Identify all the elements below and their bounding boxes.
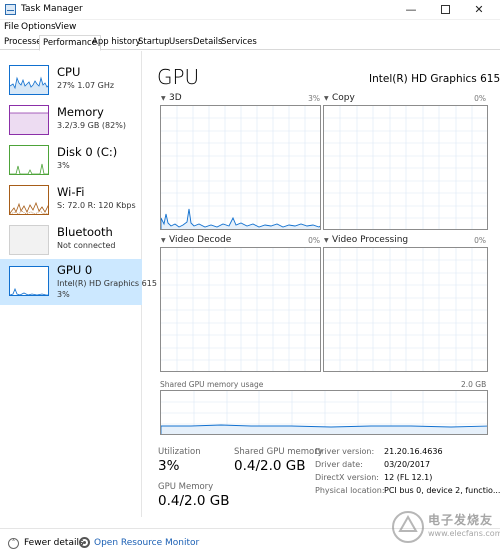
sidebar-item-detail: Not connected [57, 241, 116, 250]
open-resource-monitor-link[interactable]: Open Resource Monitor [94, 538, 199, 548]
graph-video-processing-plot [324, 248, 487, 371]
graph-video-processing-max-pct: 0% [474, 236, 486, 245]
graph-copy-selector[interactable]: Copy [332, 93, 355, 103]
chevron-down-icon[interactable]: ▼ [324, 237, 329, 244]
graph-video-decode-plot [161, 248, 320, 371]
sidebar-item-cpu[interactable]: CPU 27% 1.07 GHz [0, 59, 142, 99]
resource-sidebar: CPU 27% 1.07 GHz Memory 3.2/3.9 GB (82%)… [0, 51, 157, 517]
gpu-model-name: Intel(R) HD Graphics 615 [369, 73, 500, 85]
graph-video-decode-selector[interactable]: Video Decode [169, 235, 231, 245]
tab-services[interactable]: Services [218, 36, 260, 50]
chevron-down-icon[interactable]: ▼ [324, 95, 329, 102]
sidebar-item-detail: 27% 1.07 GHz [57, 81, 115, 90]
sidebar-item-detail: 3.2/3.9 GB (82%) [57, 121, 126, 130]
watermark-url: www.elecfans.com [428, 529, 500, 538]
shared-gpu-memory-value: 0.4/2.0 GB [234, 458, 306, 474]
chevron-down-icon[interactable]: ▼ [161, 237, 166, 244]
close-button[interactable]: ✕ [464, 0, 494, 20]
menu-bar: File Options View [0, 20, 500, 35]
sidebar-item-disk[interactable]: Disk 0 (C:) 3% [0, 139, 142, 179]
graph-copy-max-pct: 0% [474, 94, 486, 103]
window-title: Task Manager [21, 4, 83, 14]
physical-location-value: PCI bus 0, device 2, functio... [384, 486, 500, 495]
disk-thumbnail-graph [9, 145, 49, 175]
driver-date-key: Driver date: [315, 460, 363, 469]
sidebar-item-memory[interactable]: Memory 3.2/3.9 GB (82%) [0, 99, 142, 139]
sidebar-item-usage: 3% [57, 290, 70, 299]
sidebar-item-bluetooth[interactable]: Bluetooth Not connected [0, 219, 142, 259]
shared-gpu-memory-label: Shared GPU memory [234, 447, 323, 457]
graph-copy-plot [324, 106, 487, 229]
page-title: GPU [157, 65, 200, 89]
tab-bar: Processes Performance App history Startu… [0, 35, 500, 51]
physical-location-key: Physical location: [315, 486, 385, 495]
minimize-button[interactable]: — [396, 0, 426, 20]
maximize-icon [440, 4, 450, 14]
resource-monitor-icon[interactable] [79, 537, 90, 548]
watermark-logo: 电子发烧友 www.elecfans.com [388, 507, 500, 547]
sidebar-item-label: CPU [57, 65, 81, 79]
elecfans-logo-icon [392, 511, 424, 543]
shared-memory-graph-label: Shared GPU memory usage [160, 380, 264, 389]
directx-version-value: 12 (FL 12.1) [384, 473, 433, 482]
graph-3d [160, 105, 321, 230]
sidebar-item-detail: Intel(R) HD Graphics 615 [57, 279, 157, 288]
directx-version-key: DirectX version: [315, 473, 379, 482]
gpu-memory-label: GPU Memory [158, 482, 214, 492]
graph-copy [323, 105, 488, 230]
utilization-label: Utilization [158, 447, 201, 457]
graph-video-processing [323, 247, 488, 372]
graph-3d-plot [161, 106, 320, 229]
sidebar-item-label: Disk 0 (C:) [57, 145, 118, 159]
menu-view[interactable]: View [55, 22, 76, 32]
bluetooth-thumbnail-graph [9, 225, 49, 255]
sidebar-item-label: Memory [57, 105, 104, 119]
fewer-details-button[interactable]: Fewer details [24, 538, 84, 548]
wifi-thumbnail-graph [9, 185, 49, 215]
sidebar-item-label: Wi-Fi [57, 185, 85, 199]
maximize-button[interactable] [430, 0, 460, 20]
sidebar-item-label: GPU 0 [57, 263, 93, 277]
sidebar-item-gpu[interactable]: GPU 0 Intel(R) HD Graphics 615 3% [0, 259, 157, 305]
graph-video-decode-max-pct: 0% [308, 236, 320, 245]
driver-date-value: 03/20/2017 [384, 460, 431, 469]
memory-thumbnail-graph [9, 105, 49, 135]
driver-version-value: 21.20.16.4636 [384, 447, 443, 456]
utilization-value: 3% [158, 458, 180, 474]
gpu-thumbnail-graph [9, 266, 49, 296]
driver-version-key: Driver version: [315, 447, 375, 456]
chevron-down-icon[interactable]: ▼ [161, 95, 166, 102]
shared-memory-graph-max: 2.0 GB [461, 380, 487, 389]
gpu-memory-value: 0.4/2.0 GB [158, 493, 230, 509]
graph-3d-max-pct: 3% [308, 94, 320, 103]
gpu-performance-panel: GPU Intel(R) HD Graphics 615 ▼ 3D 3% ▼ C… [143, 51, 500, 517]
sidebar-item-detail: S: 72.0 R: 120 Kbps [57, 201, 136, 210]
graph-shared-gpu-memory [160, 390, 488, 435]
graph-video-decode [160, 247, 321, 372]
sidebar-item-detail: 3% [57, 161, 70, 170]
graph-video-processing-selector[interactable]: Video Processing [332, 235, 408, 245]
graph-shared-gpu-memory-plot [161, 391, 487, 434]
watermark-text: 电子发烧友 [428, 513, 494, 527]
cpu-thumbnail-graph [9, 65, 49, 95]
graph-3d-selector[interactable]: 3D [169, 93, 182, 103]
sidebar-item-label: Bluetooth [57, 225, 113, 239]
title-bar: Task Manager — ✕ [0, 0, 500, 20]
chevron-up-icon[interactable]: ˄ [8, 538, 19, 549]
menu-file[interactable]: File [4, 22, 19, 32]
task-manager-icon [5, 4, 16, 15]
sidebar-item-wifi[interactable]: Wi-Fi S: 72.0 R: 120 Kbps [0, 179, 142, 219]
menu-options[interactable]: Options [21, 22, 56, 32]
shared-memory-usage-area [161, 424, 487, 434]
